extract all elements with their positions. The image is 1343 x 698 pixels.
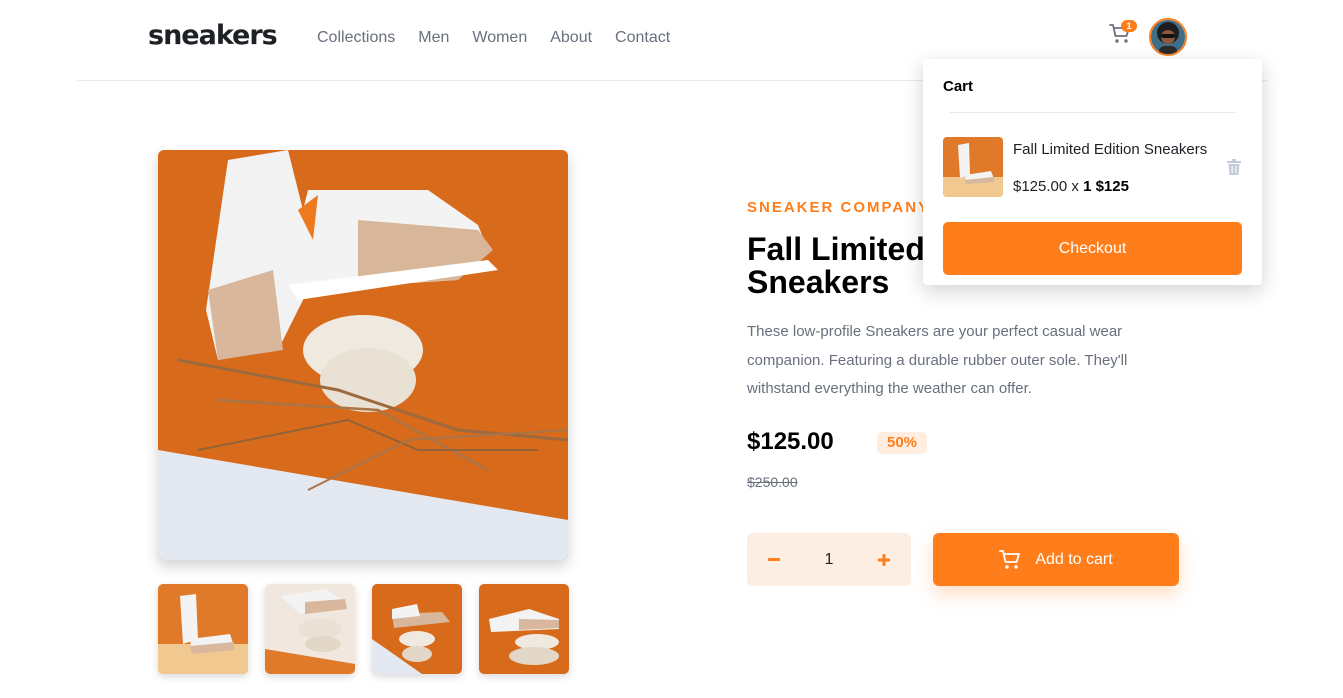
product-title-line2: Sneakers (747, 264, 890, 300)
main-product-image[interactable] (158, 150, 568, 560)
thumbnail-strip (158, 584, 569, 674)
current-price: $125.00 (747, 428, 834, 455)
nav-item-men[interactable]: Men (418, 29, 449, 47)
cart-divider (950, 112, 1236, 113)
company-name: SNEAKER COMPANY (747, 199, 931, 216)
product-page: sneakers Collections Men Women About Con… (0, 0, 1343, 698)
plus-icon (878, 553, 890, 566)
quantity-value: 1 (824, 550, 834, 568)
delete-item-button[interactable] (1227, 159, 1241, 175)
discount-badge: 50% (877, 432, 927, 454)
cart-count-badge: 1 (1121, 20, 1137, 32)
user-avatar-icon (1151, 20, 1185, 54)
add-to-cart-label: Add to cart (1035, 550, 1113, 568)
cart-button[interactable]: 1 (1109, 20, 1137, 48)
thumbnail-1[interactable] (158, 584, 248, 674)
cart-item-total: 1 $125 (1083, 178, 1129, 195)
nav-item-about[interactable]: About (550, 29, 592, 47)
checkout-button[interactable]: Checkout (943, 222, 1242, 275)
nav-item-collections[interactable]: Collections (317, 29, 395, 47)
quantity-stepper: 1 (747, 533, 911, 586)
cart-item-unit-price: $125.00 x (1013, 178, 1084, 195)
thumbnail-2[interactable] (265, 584, 355, 674)
main-nav: Collections Men Women About Contact (317, 29, 670, 47)
minus-icon (768, 557, 780, 561)
cart-item-price: $125.00 x 1 $125 (1013, 178, 1129, 195)
thumbnail-4[interactable] (479, 584, 569, 674)
cart-dropdown: Cart Fall Limited Edition Sneakers $125.… (923, 59, 1262, 285)
nav-item-contact[interactable]: Contact (615, 29, 670, 47)
cart-icon (999, 549, 1021, 569)
quantity-increase-button[interactable] (877, 553, 891, 567)
thumbnail-3[interactable] (372, 584, 462, 674)
brand-logo[interactable]: sneakers (148, 20, 278, 51)
original-price: $250.00 (747, 474, 798, 490)
cart-item-name: Fall Limited Edition Sneakers (1013, 141, 1208, 158)
quantity-decrease-button[interactable] (767, 553, 781, 567)
trash-icon (1227, 159, 1241, 175)
nav-item-women[interactable]: Women (472, 29, 527, 47)
cart-item-thumbnail (943, 137, 1003, 197)
product-title-line1: Fall Limited (747, 231, 925, 267)
cart-title: Cart (943, 78, 974, 95)
add-to-cart-button[interactable]: Add to cart (933, 533, 1179, 586)
avatar[interactable] (1149, 18, 1187, 56)
product-description: These low-profile Sneakers are your perf… (747, 323, 1128, 397)
